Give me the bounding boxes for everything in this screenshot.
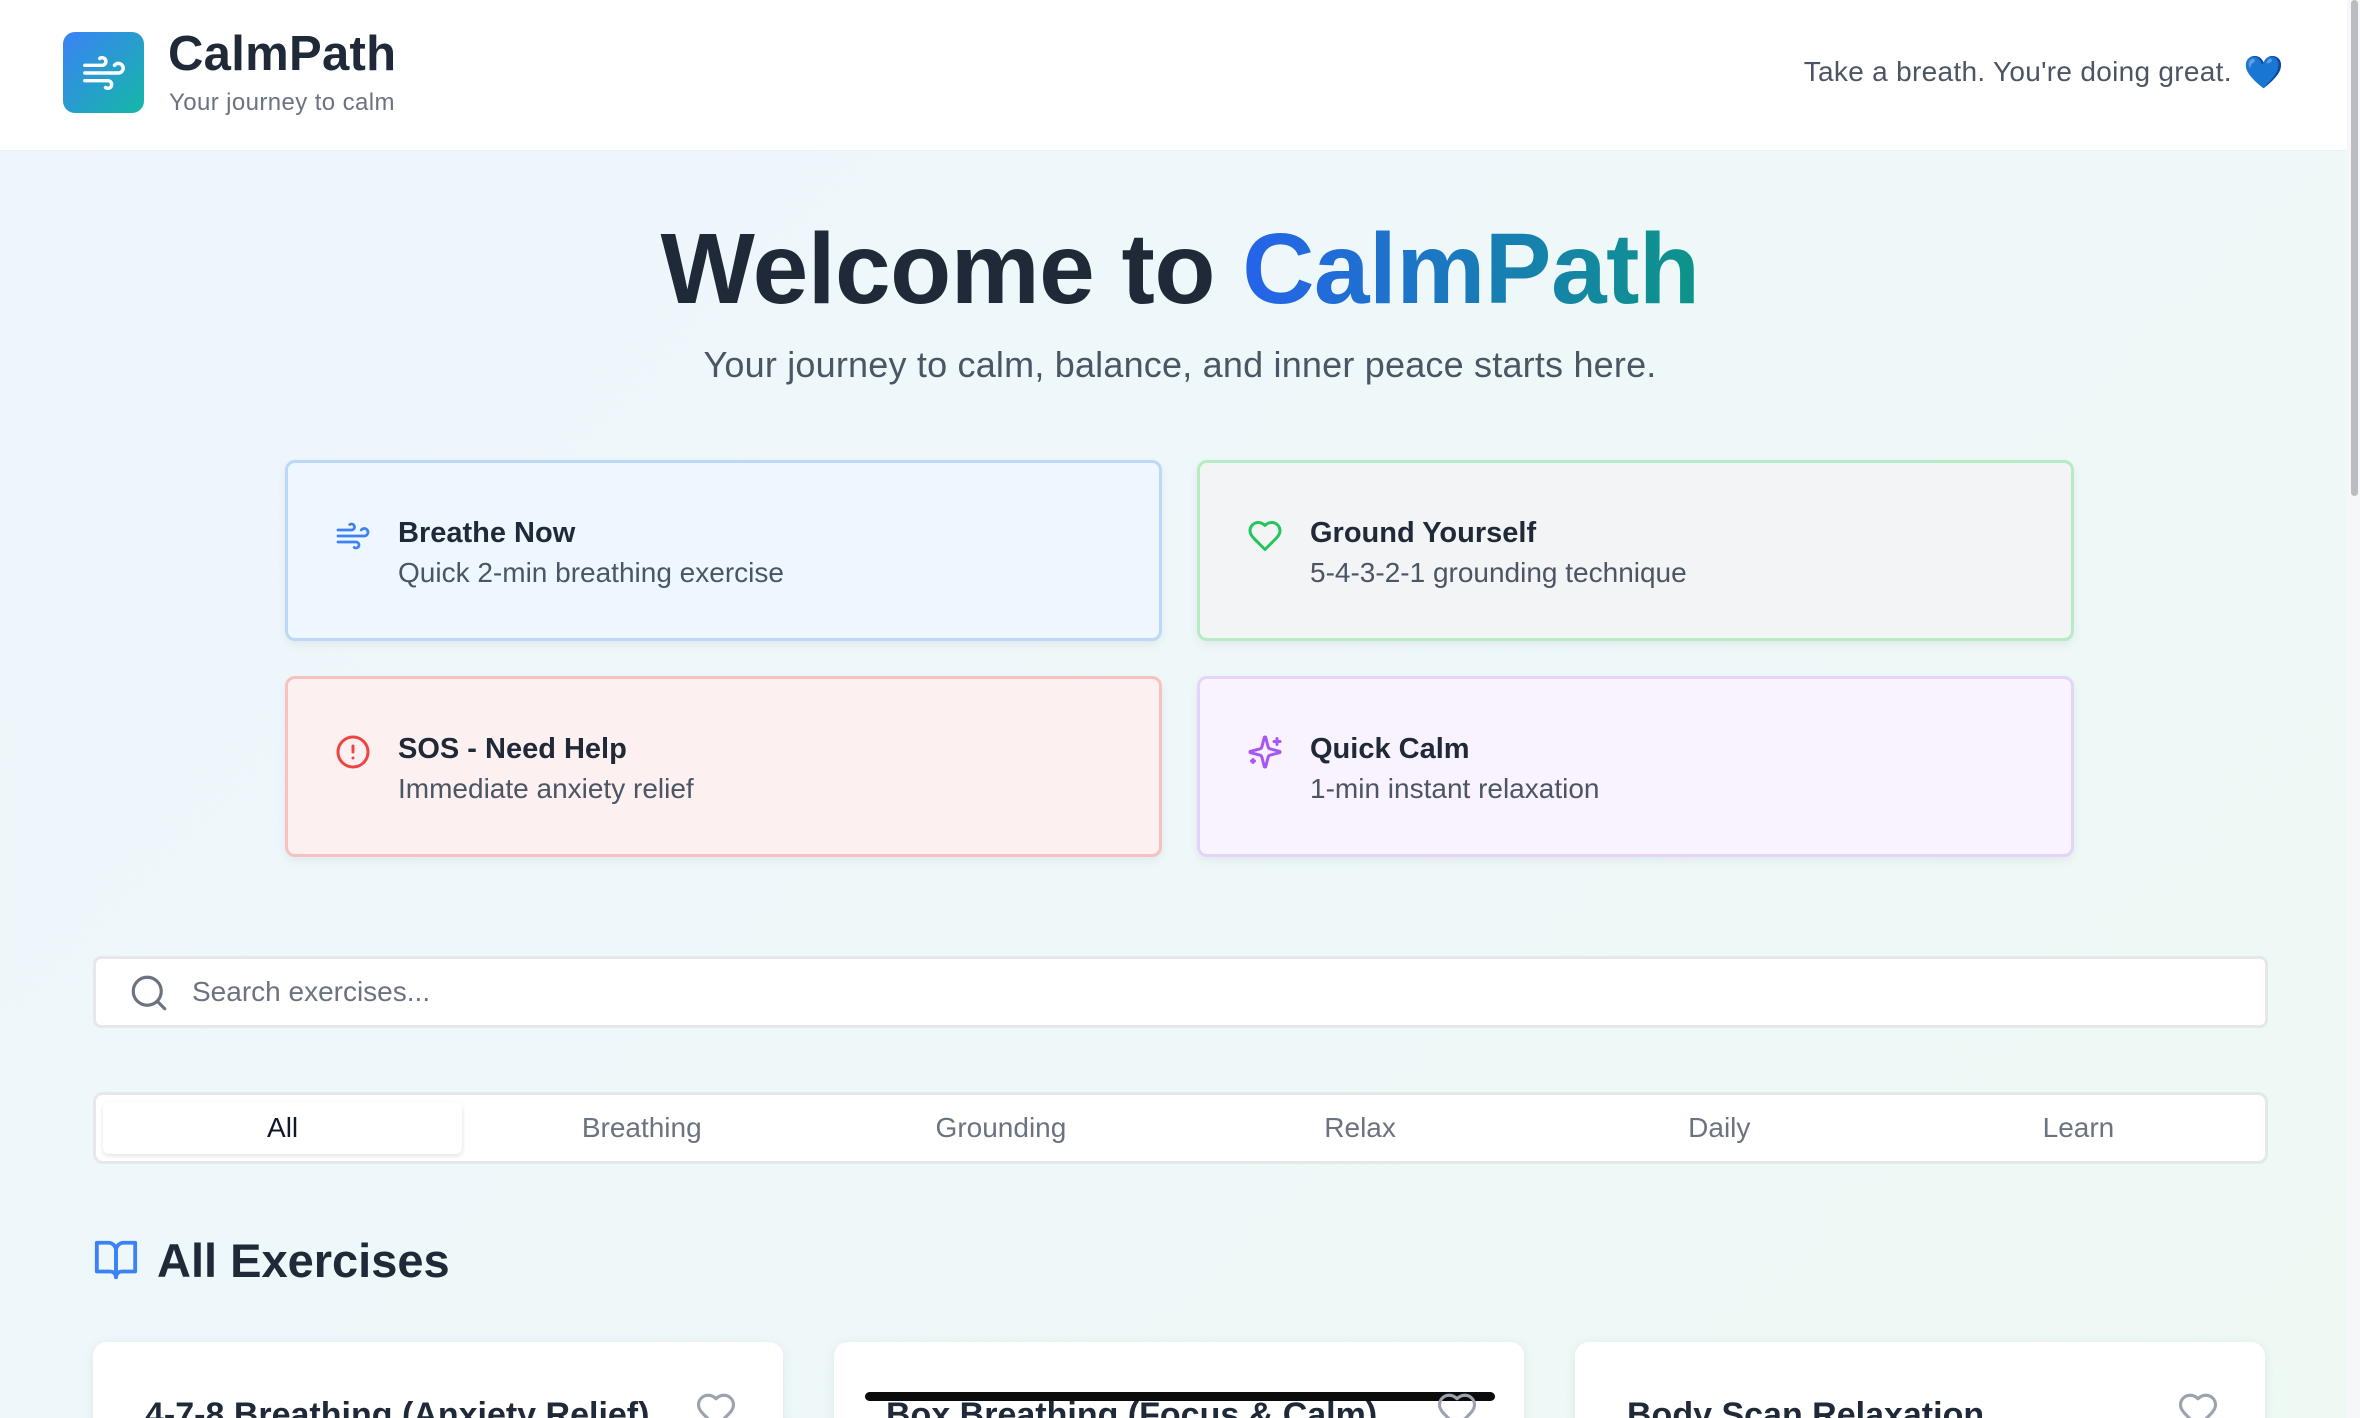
exercise-card[interactable]: Body Scan Relaxation [1575, 1342, 2265, 1418]
card-top-bar [865, 1392, 1495, 1401]
quick-action-title: Quick Calm [1310, 733, 1470, 765]
quick-action-sos[interactable]: SOS - Need Help Immediate anxiety relief [285, 676, 1162, 857]
hero-title: Welcome to CalmPath [0, 212, 2360, 327]
quick-action-description: 1-min instant relaxation [1310, 773, 1600, 804]
quick-action-description: Quick 2-min breathing exercise [398, 557, 784, 588]
encouragement-message: Take a breath. You're doing great. 💙 [1804, 53, 2284, 91]
hero-title-brand: CalmPath [1242, 213, 1700, 325]
app-header: CalmPath Your journey to calm Take a bre… [0, 0, 2347, 151]
wind-icon [336, 522, 370, 550]
blue-heart-icon: 💙 [2243, 54, 2284, 90]
quick-action-description: Immediate anxiety relief [398, 773, 694, 804]
encouragement-text: Take a breath. You're doing great. [1803, 56, 2232, 87]
sparkles-icon [1248, 735, 1282, 769]
tab-breathing[interactable]: Breathing [462, 1102, 821, 1154]
quick-action-breathe-now[interactable]: Breathe Now Quick 2-min breathing exerci… [285, 460, 1162, 641]
tab-relax[interactable]: Relax [1181, 1102, 1540, 1154]
section-heading: All Exercises [93, 1230, 450, 1290]
exercise-title: Body Scan Relaxation [1627, 1396, 1985, 1418]
quick-action-title: Ground Yourself [1310, 517, 1537, 549]
tab-daily[interactable]: Daily [1540, 1102, 1899, 1154]
quick-action-quick-calm[interactable]: Quick Calm 1-min instant relaxation [1197, 676, 2074, 857]
quick-action-title: Breathe Now [398, 517, 576, 549]
search-icon [131, 975, 167, 1011]
heart-outline-icon[interactable] [2177, 1390, 2219, 1418]
tab-learn[interactable]: Learn [1899, 1102, 2258, 1154]
search-bar [93, 956, 2268, 1028]
quick-action-ground-yourself[interactable]: Ground Yourself 5-4-3-2-1 grounding tech… [1197, 460, 2074, 641]
hero-subtitle: Your journey to calm, balance, and inner… [703, 344, 1657, 385]
category-tabs: All Breathing Grounding Relax Daily Lear… [93, 1092, 2268, 1164]
app-tagline: Your journey to calm [169, 89, 395, 116]
alert-circle-icon [336, 735, 370, 769]
section-title: All Exercises [157, 1233, 450, 1287]
app-logo[interactable] [63, 32, 144, 113]
exercise-card[interactable]: 4-7-8 Breathing (Anxiety Relief) [93, 1342, 783, 1418]
heart-outline-icon[interactable] [1436, 1390, 1478, 1418]
exercise-card[interactable]: Box Breathing (Focus & Calm) [834, 1342, 1524, 1418]
tab-all[interactable]: All [103, 1102, 463, 1154]
heart-outline-icon[interactable] [695, 1390, 737, 1418]
tab-grounding[interactable]: Grounding [821, 1102, 1180, 1154]
quick-action-title: SOS - Need Help [398, 733, 627, 765]
app-name: CalmPath [168, 27, 397, 81]
search-input[interactable] [192, 959, 2232, 1025]
wind-icon [82, 55, 125, 90]
book-open-icon [94, 1240, 138, 1280]
heart-icon [1248, 521, 1282, 551]
quick-action-description: 5-4-3-2-1 grounding technique [1310, 557, 1687, 588]
hero-title-prefix: Welcome to [660, 213, 1216, 325]
exercise-title: 4-7-8 Breathing (Anxiety Relief) [145, 1396, 650, 1418]
